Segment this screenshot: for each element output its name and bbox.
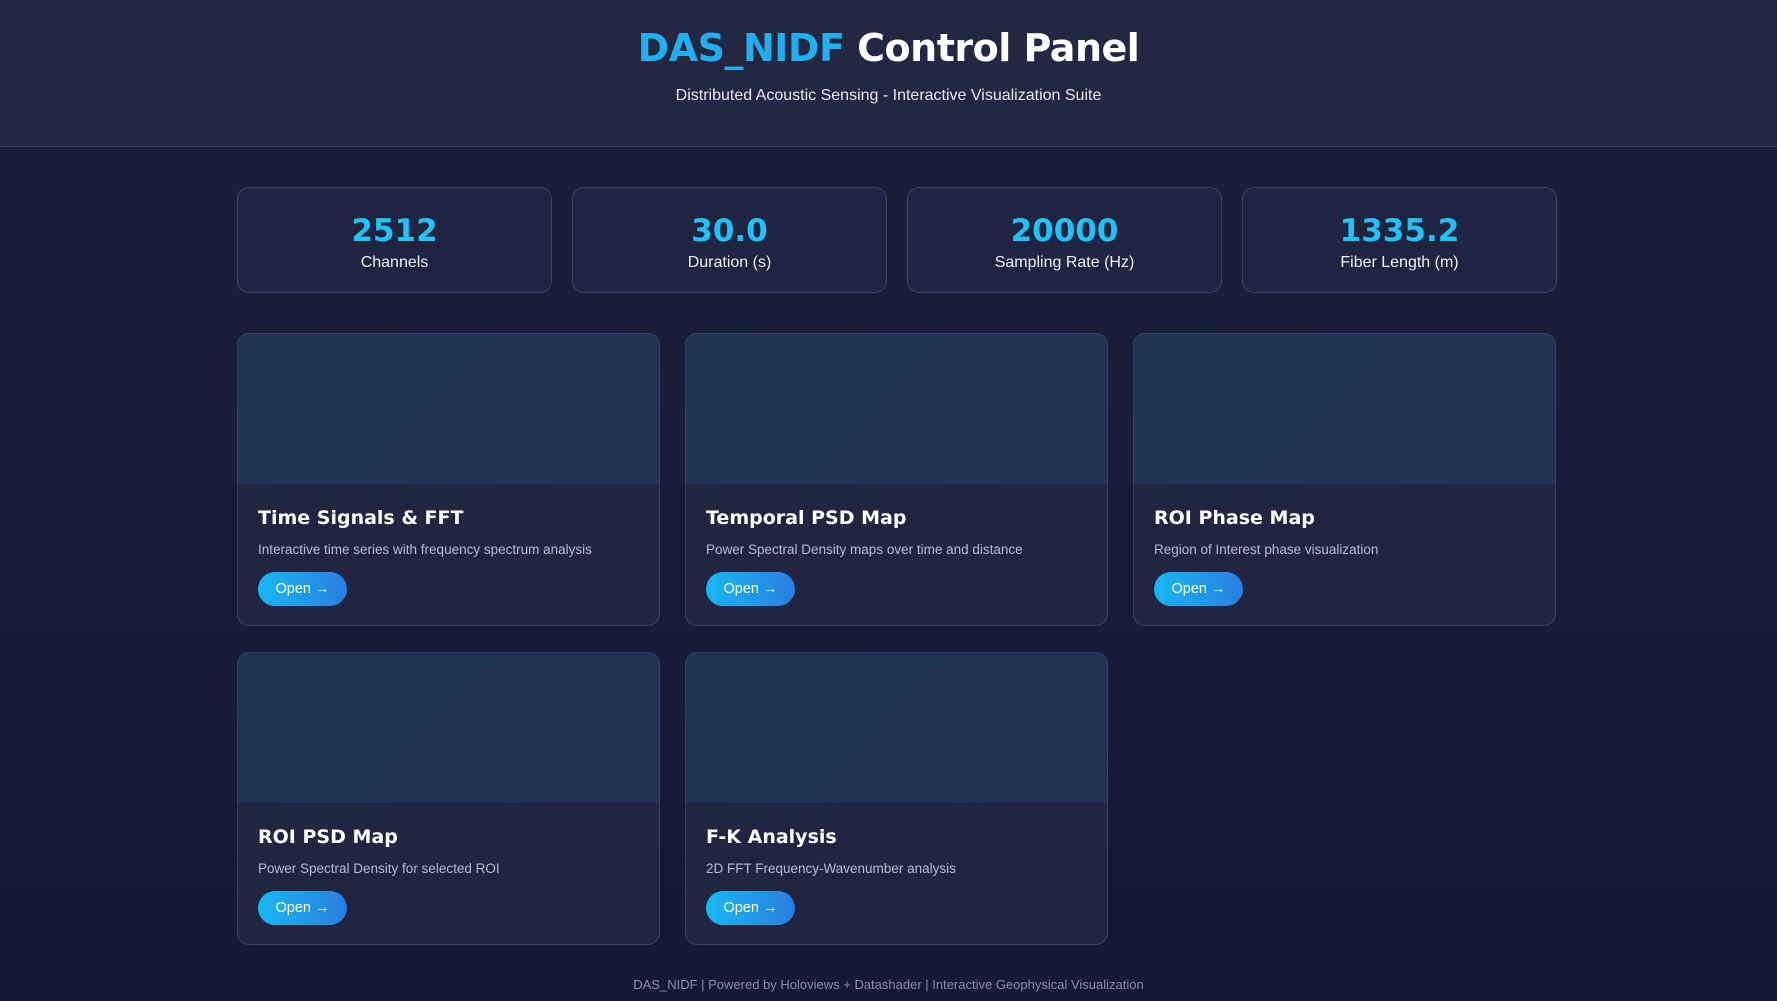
- card-f-k-analysis: F-K Analysis 2D FFT Frequency-Wavenumber…: [685, 652, 1108, 945]
- card-description: 2D FFT Frequency-Wavenumber analysis: [706, 861, 956, 876]
- card-title: Temporal PSD Map: [706, 507, 907, 529]
- stat-value: 20000: [1010, 213, 1119, 249]
- stat-sampling-rate: 20000 Sampling Rate (Hz): [907, 187, 1222, 293]
- card-time-signals-fft: Time Signals & FFT Interactive time seri…: [237, 333, 660, 626]
- card-thumbnail: [238, 653, 659, 803]
- stat-value: 2512: [351, 213, 438, 249]
- card-description: Interactive time series with frequency s…: [258, 542, 592, 557]
- page-title: DAS_NIDF Control Panel: [0, 26, 1777, 70]
- card-title: ROI PSD Map: [258, 826, 398, 848]
- card-thumbnail: [686, 653, 1107, 803]
- stat-label: Fiber Length (m): [1340, 254, 1459, 271]
- page-footer: DAS_NIDF | Powered by Holoviews + Datash…: [633, 977, 1144, 992]
- stat-fiber-length: 1335.2 Fiber Length (m): [1242, 187, 1557, 293]
- open-button[interactable]: Open →: [1154, 572, 1243, 606]
- open-button[interactable]: Open →: [258, 891, 347, 925]
- title-brand: DAS_NIDF: [637, 26, 845, 70]
- stat-label: Sampling Rate (Hz): [994, 254, 1135, 271]
- card-title: Time Signals & FFT: [258, 507, 464, 529]
- stat-value: 30.0: [691, 213, 768, 249]
- card-thumbnail: [1134, 334, 1555, 484]
- stat-label: Channels: [360, 254, 429, 271]
- stat-value: 1335.2: [1339, 213, 1460, 249]
- card-thumbnail: [686, 334, 1107, 484]
- page-subtitle: Distributed Acoustic Sensing - Interacti…: [675, 87, 1102, 104]
- card-thumbnail: [238, 334, 659, 484]
- open-button[interactable]: Open →: [706, 572, 795, 606]
- open-button[interactable]: Open →: [258, 572, 347, 606]
- card-title: ROI Phase Map: [1154, 507, 1315, 529]
- card-roi-phase-map: ROI Phase Map Region of Interest phase v…: [1133, 333, 1556, 626]
- stat-duration: 30.0 Duration (s): [572, 187, 887, 293]
- stat-channels: 2512 Channels: [237, 187, 552, 293]
- card-roi-psd-map: ROI PSD Map Power Spectral Density for s…: [237, 652, 660, 945]
- card-temporal-psd-map: Temporal PSD Map Power Spectral Density …: [685, 333, 1108, 626]
- open-button[interactable]: Open →: [706, 891, 795, 925]
- card-description: Power Spectral Density maps over time an…: [706, 542, 1023, 557]
- card-description: Power Spectral Density for selected ROI: [258, 861, 500, 876]
- page-header: DAS_NIDF Control Panel Distributed Acous…: [0, 0, 1777, 147]
- title-rest: Control Panel: [844, 26, 1140, 70]
- card-description: Region of Interest phase visualization: [1154, 542, 1379, 557]
- card-title: F-K Analysis: [706, 826, 837, 848]
- stat-label: Duration (s): [687, 254, 772, 271]
